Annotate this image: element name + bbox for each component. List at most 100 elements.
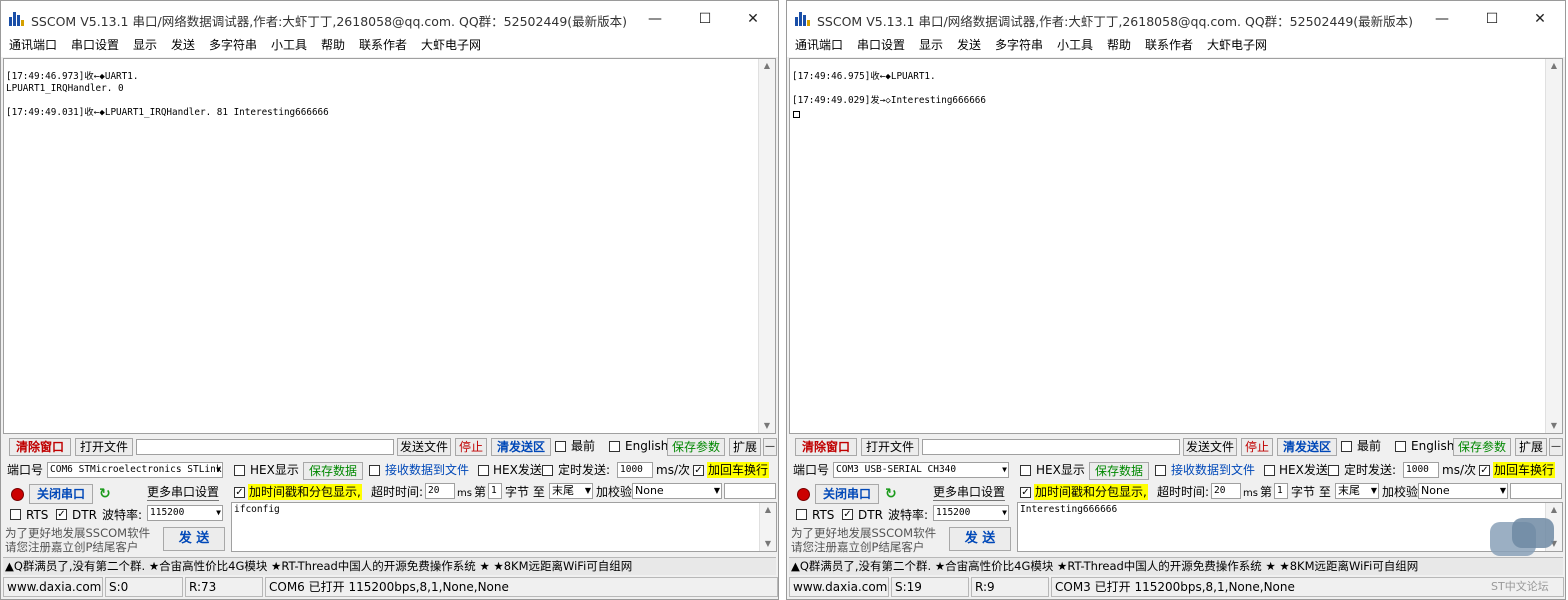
add-crlf-checkbox[interactable]: ✓ — [1479, 465, 1490, 476]
expand-button[interactable]: 扩展 — [1515, 438, 1547, 456]
minimize-icon[interactable]: — — [1419, 7, 1465, 31]
send-button[interactable]: 发 送 — [949, 527, 1011, 551]
rts-checkbox[interactable] — [10, 509, 21, 520]
checksum-select[interactable]: None ▼ — [1418, 483, 1508, 499]
clear-send-button[interactable]: 清发送区 — [491, 438, 551, 456]
close-icon[interactable]: ✕ — [1517, 7, 1563, 31]
send-input[interactable]: ifconfig ▲ ▼ — [231, 502, 777, 552]
english-checkbox[interactable] — [609, 441, 620, 452]
more-port-settings-link[interactable]: 更多串口设置 — [147, 484, 220, 501]
timed-send-checkbox[interactable] — [1328, 465, 1339, 476]
send-file-button[interactable]: 发送文件 — [1183, 438, 1237, 456]
send-file-button[interactable]: 发送文件 — [397, 438, 451, 456]
menu-port-settings[interactable]: 串口设置 — [857, 37, 905, 53]
port-select[interactable]: COM6 STMicroelectronics STLink ▼ — [47, 462, 223, 478]
menu-send[interactable]: 发送 — [171, 37, 195, 53]
english-checkbox[interactable] — [1395, 441, 1406, 452]
tail-select[interactable]: 末尾 ▼ — [549, 483, 593, 499]
refresh-icon[interactable]: ↻ — [99, 487, 113, 501]
timestamp-checkbox[interactable]: ✓ — [234, 487, 245, 498]
send-button[interactable]: 发 送 — [163, 527, 225, 551]
menu-daxia[interactable]: 大虾电子网 — [421, 37, 481, 53]
collapse-button[interactable]: — — [1549, 438, 1563, 456]
byte-index-input[interactable]: 1 — [1274, 483, 1288, 499]
save-data-button[interactable]: 保存数据 — [1089, 462, 1149, 480]
scroll-down-icon[interactable]: ▼ — [760, 537, 776, 551]
close-port-button[interactable]: 关闭串口 — [815, 484, 879, 504]
more-port-settings-link[interactable]: 更多串口设置 — [933, 484, 1006, 501]
receive-scrollbar[interactable]: ▲ ▼ — [1545, 59, 1562, 433]
menu-display[interactable]: 显示 — [919, 37, 943, 53]
byte-index-input[interactable]: 1 — [488, 483, 502, 499]
hex-display-checkbox[interactable] — [1020, 465, 1031, 476]
add-crlf-checkbox[interactable]: ✓ — [693, 465, 704, 476]
menu-display[interactable]: 显示 — [133, 37, 157, 53]
menu-comm-port[interactable]: 通讯端口 — [795, 37, 843, 53]
menu-daxia[interactable]: 大虾电子网 — [1207, 37, 1267, 53]
scroll-up-icon[interactable]: ▲ — [759, 59, 775, 73]
hex-send-checkbox[interactable] — [478, 465, 489, 476]
receive-area[interactable]: [17:49:46.973]收←◆UART1. LPUART1_IRQHandl… — [3, 58, 776, 434]
save-params-button[interactable]: 保存参数 — [1453, 438, 1511, 456]
menu-comm-port[interactable]: 通讯端口 — [9, 37, 57, 53]
scroll-up-icon[interactable]: ▲ — [1546, 59, 1562, 73]
recv-to-file-checkbox[interactable] — [369, 465, 380, 476]
menu-contact[interactable]: 联系作者 — [359, 37, 407, 53]
save-params-button[interactable]: 保存参数 — [667, 438, 725, 456]
scroll-up-icon[interactable]: ▲ — [760, 503, 776, 517]
menu-contact[interactable]: 联系作者 — [1145, 37, 1193, 53]
scroll-up-icon[interactable]: ▲ — [1546, 503, 1562, 517]
menu-multi-string[interactable]: 多字符串 — [995, 37, 1043, 53]
dtr-checkbox[interactable]: ✓ — [842, 509, 853, 520]
clear-window-button[interactable]: 清除窗口 — [9, 438, 71, 456]
clear-window-button[interactable]: 清除窗口 — [795, 438, 857, 456]
save-data-button[interactable]: 保存数据 — [303, 462, 363, 480]
clear-send-button[interactable]: 清发送区 — [1277, 438, 1337, 456]
recv-to-file-checkbox[interactable] — [1155, 465, 1166, 476]
status-site[interactable]: www.daxia.com — [789, 577, 889, 597]
dtr-checkbox[interactable]: ✓ — [56, 509, 67, 520]
port-select[interactable]: COM3 USB-SERIAL CH340 ▼ — [833, 462, 1009, 478]
baud-select[interactable]: 115200 ▼ — [933, 505, 1009, 521]
menu-multi-string[interactable]: 多字符串 — [209, 37, 257, 53]
menu-tools[interactable]: 小工具 — [271, 37, 307, 53]
open-file-button[interactable]: 打开文件 — [861, 438, 919, 456]
file-path-input[interactable] — [136, 439, 394, 455]
topmost-checkbox[interactable] — [555, 441, 566, 452]
interval-input[interactable]: 1000 — [617, 462, 653, 478]
baud-select[interactable]: 115200 ▼ — [147, 505, 223, 521]
close-port-button[interactable]: 关闭串口 — [29, 484, 93, 504]
timeout-input[interactable]: 20 — [1211, 483, 1241, 499]
send-input[interactable]: Interesting666666 ▲ ▼ — [1017, 502, 1563, 552]
timeout-input[interactable]: 20 — [425, 483, 455, 499]
stop-button[interactable]: 停止 — [455, 438, 487, 456]
stop-button[interactable]: 停止 — [1241, 438, 1273, 456]
timed-send-checkbox[interactable] — [542, 465, 553, 476]
send-scrollbar[interactable]: ▲ ▼ — [759, 503, 776, 551]
interval-input[interactable]: 1000 — [1403, 462, 1439, 478]
menu-help[interactable]: 帮助 — [321, 37, 345, 53]
menu-port-settings[interactable]: 串口设置 — [71, 37, 119, 53]
checksum-select[interactable]: None ▼ — [632, 483, 722, 499]
timestamp-checkbox[interactable]: ✓ — [1020, 487, 1031, 498]
receive-scrollbar[interactable]: ▲ ▼ — [758, 59, 775, 433]
title-bar[interactable]: SSCOM V5.13.1 串口/网络数据调试器,作者:大虾丁丁,2618058… — [1, 1, 778, 37]
maximize-icon[interactable]: ☐ — [1469, 7, 1515, 31]
topmost-checkbox[interactable] — [1341, 441, 1352, 452]
minimize-icon[interactable]: — — [632, 7, 678, 31]
status-site[interactable]: www.daxia.com — [3, 577, 103, 597]
title-bar[interactable]: SSCOM V5.13.1 串口/网络数据调试器,作者:大虾丁丁,2618058… — [787, 1, 1565, 37]
receive-area[interactable]: [17:49:46.975]收←◆LPUART1. [17:49:49.029]… — [789, 58, 1563, 434]
tail-select[interactable]: 末尾 ▼ — [1335, 483, 1379, 499]
scroll-down-icon[interactable]: ▼ — [759, 419, 775, 433]
menu-send[interactable]: 发送 — [957, 37, 981, 53]
ad-ticker[interactable]: ▲Q群满员了,没有第二个群. ★合宙高性价比4G模块 ★RT-Thread中国人… — [789, 557, 1563, 575]
ad-ticker[interactable]: ▲Q群满员了,没有第二个群. ★合宙高性价比4G模块 ★RT-Thread中国人… — [3, 557, 776, 575]
hex-display-checkbox[interactable] — [234, 465, 245, 476]
menu-help[interactable]: 帮助 — [1107, 37, 1131, 53]
collapse-button[interactable]: — — [763, 438, 777, 456]
file-path-input[interactable] — [922, 439, 1180, 455]
expand-button[interactable]: 扩展 — [729, 438, 761, 456]
close-icon[interactable]: ✕ — [730, 7, 776, 31]
maximize-icon[interactable]: ☐ — [682, 7, 728, 31]
